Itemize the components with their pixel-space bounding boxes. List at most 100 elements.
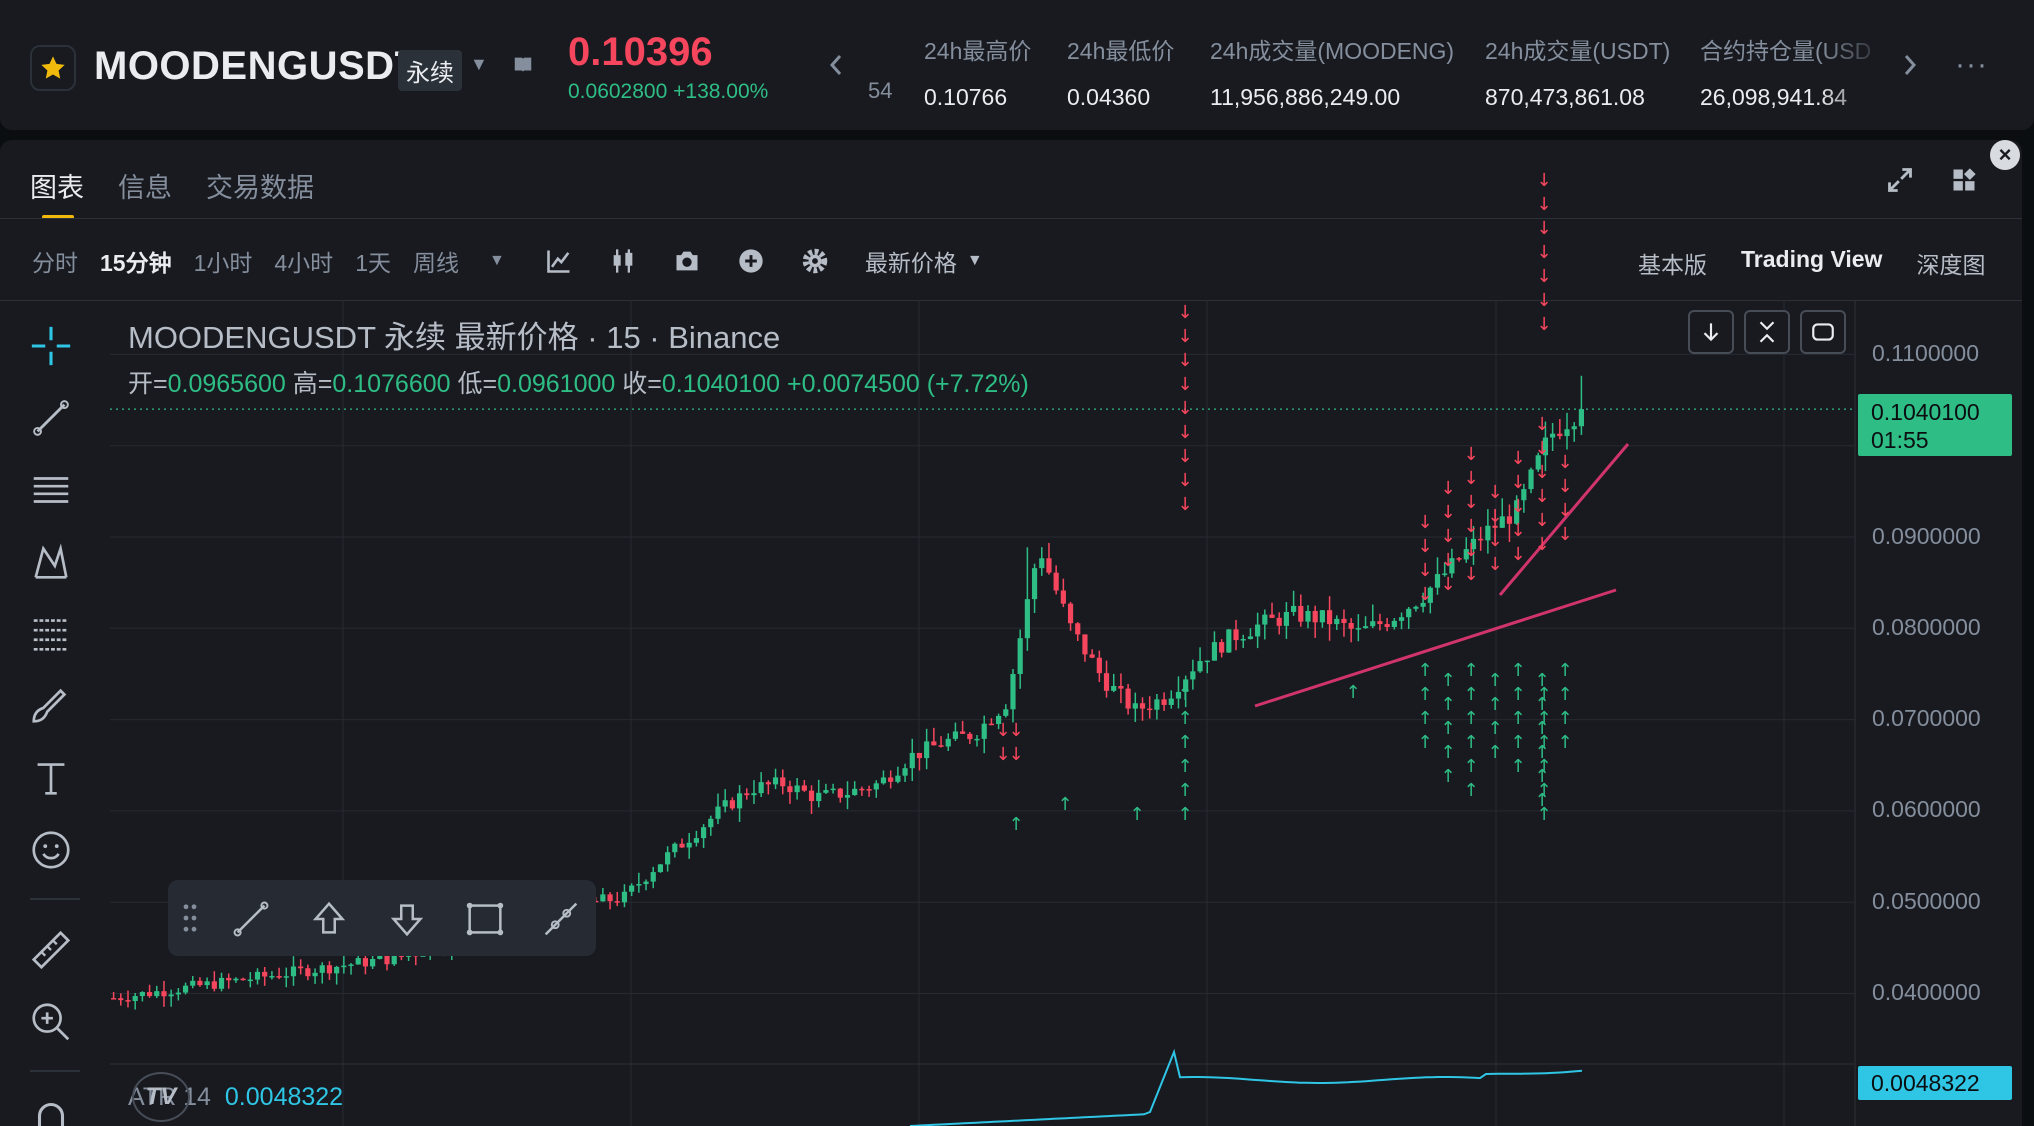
candle-body [1413, 606, 1419, 609]
candle-body [1154, 699, 1160, 710]
chart-legend-title: MOODENGUSDT 永续 最新价格 · 15 · Binance [128, 320, 781, 355]
candle-body [715, 806, 721, 819]
candle-body [643, 881, 649, 885]
buy-signal-arrow: ↑ [1417, 732, 1432, 753]
sell-signal-arrow: ↓ [1557, 500, 1572, 521]
candle-body [1226, 629, 1232, 653]
candle-body [1024, 599, 1030, 639]
sell-signal-arrow: ↓ [1487, 554, 1502, 575]
candle-body [139, 992, 145, 997]
buy-signal-arrow: ↑ [1536, 780, 1551, 801]
price-tick: 0.0800000 [1872, 614, 1981, 640]
candle-body [650, 872, 656, 882]
sell-signal-arrow: ↓ [1487, 482, 1502, 503]
buy-signal-arrow: ↑ [1177, 780, 1192, 801]
candle-body [341, 965, 347, 968]
candle-body [1111, 685, 1117, 691]
candle-body [974, 738, 980, 741]
buy-signal-arrow: ↑ [1345, 682, 1360, 703]
candle-body [1190, 671, 1196, 680]
buy-signal-arrow: ↑ [1057, 794, 1072, 815]
arrow-up-icon[interactable] [306, 896, 352, 942]
candle-body [1082, 634, 1088, 655]
buy-signal-arrow: ↑ [1440, 766, 1455, 787]
sell-signal-arrow: ↓ [1177, 398, 1192, 419]
close-label: 收= [622, 370, 662, 398]
buy-signal-arrow: ↑ [1177, 732, 1192, 753]
candle-body [1089, 654, 1095, 658]
candle-body [1031, 568, 1038, 600]
candlestick-chart[interactable]: ↓ ↓ ↓ ↓ ↓ ↓ ↓ ↓ ↓ ↑ ↑ ↑ ↑ ↑ ↑ ↓ ↓ ↓ ↓ ↑ ↑ ↑ ↑ ↓ ↓ ↓ ↓ ↑ ↑ ↑ ↑ ↓ ↓ ↓ ↓ ↓ ↑ ↑ ↑ ↑… [0, 0, 2034, 1126]
candle-body [298, 966, 304, 969]
candle-body [873, 783, 879, 790]
sell-signal-arrow: ↓ [1417, 560, 1432, 581]
candle-body [290, 966, 297, 977]
buy-signal-arrow: ↑ [1440, 694, 1455, 715]
reset-button[interactable] [1800, 310, 1846, 354]
candle-body [1125, 688, 1131, 709]
candle-body [1003, 709, 1009, 716]
ray-tool-icon[interactable] [538, 896, 584, 942]
candle-body [226, 977, 232, 981]
candle-body [844, 795, 851, 798]
reset-icon [1812, 323, 1834, 341]
candle-body [348, 964, 354, 966]
candle-body [1384, 624, 1390, 627]
candle-body [780, 777, 786, 787]
candle-body [1103, 673, 1110, 691]
candle-body [247, 979, 253, 982]
candle-body [801, 785, 807, 791]
drag-handle-icon[interactable] [182, 902, 198, 934]
candle-body [736, 793, 743, 809]
candle-body [1269, 614, 1275, 618]
candle-body [636, 884, 642, 886]
candle-body [837, 788, 843, 798]
candle-body [708, 818, 714, 828]
sell-signal-arrow: ↓ [1536, 194, 1551, 215]
open-value: 0.0965600 [167, 370, 286, 398]
candle-body [1305, 610, 1311, 622]
low-label: 低= [457, 370, 498, 398]
arrow-down-icon[interactable] [384, 896, 430, 942]
high-value: 0.1076600 [332, 370, 451, 398]
candle-body [1362, 626, 1369, 629]
candle-body [1017, 638, 1023, 674]
buy-signal-arrow: ↑ [1417, 660, 1432, 681]
candle-body [1434, 574, 1441, 588]
sell-signal-arrow: ↓ [1177, 326, 1192, 347]
sell-signal-arrow: ↓ [1008, 744, 1023, 765]
collapse-button[interactable] [1744, 310, 1790, 354]
candle-body [952, 731, 959, 739]
buy-signal-arrow: ↑ [1536, 804, 1551, 825]
candle-body [362, 958, 369, 967]
candle-body [146, 992, 153, 997]
candle-body [1377, 621, 1383, 625]
candle-body [916, 752, 923, 759]
sell-signal-arrow: ↓ [1177, 374, 1192, 395]
candle-body [909, 752, 915, 769]
candle-body [305, 968, 311, 977]
candle-body [665, 852, 671, 865]
sell-signal-arrow: ↓ [1177, 422, 1192, 443]
candle-body [1240, 638, 1246, 641]
buy-signal-arrow: ↑ [1510, 660, 1525, 681]
sell-signal-arrow: ↓ [1177, 350, 1192, 371]
candle-body [1571, 426, 1577, 430]
buy-signal-arrow: ↑ [1487, 694, 1502, 715]
rectangle-icon[interactable] [462, 896, 508, 942]
candle-body [866, 789, 872, 791]
sell-signal-arrow: ↓ [1463, 468, 1478, 489]
candle-body [269, 976, 275, 978]
buy-signal-arrow: ↑ [1463, 732, 1478, 753]
line-tool-icon[interactable] [228, 896, 274, 942]
candle-body [1291, 605, 1297, 612]
candle-body [1211, 642, 1218, 661]
candle-body [384, 955, 390, 965]
sell-signal-arrow: ↓ [1534, 510, 1549, 531]
scroll-down-button[interactable] [1688, 310, 1734, 354]
candle-body [355, 958, 361, 965]
sell-signal-arrow: ↓ [1557, 524, 1572, 545]
price-tick: 0.0500000 [1872, 888, 1981, 914]
candle-body [1406, 608, 1412, 618]
buy-signal-arrow: ↑ [1129, 804, 1144, 825]
